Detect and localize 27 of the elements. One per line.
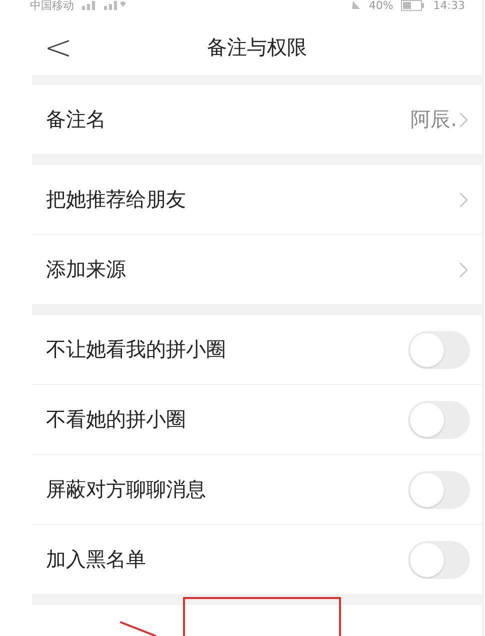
toggle-switch[interactable] xyxy=(408,400,470,438)
setting-row[interactable]: 把她推荐给朋友 xyxy=(32,165,482,235)
chevron-icon xyxy=(459,112,468,128)
mute-icon xyxy=(350,0,361,10)
toggle-switch[interactable] xyxy=(408,540,470,578)
setting-label: 不看她的拼小圈 xyxy=(46,406,187,433)
setting-label: 加入黑名单 xyxy=(46,546,147,573)
signal-icon xyxy=(82,0,126,10)
toggle-switch[interactable] xyxy=(408,470,470,508)
chevron-icon xyxy=(459,192,468,208)
carrier-label: 中国移动 xyxy=(30,0,74,11)
clock-time: 14:33 xyxy=(433,0,465,11)
toggle-switch[interactable] xyxy=(408,330,470,368)
back-button[interactable]: < xyxy=(32,28,72,68)
setting-label: 添加来源 xyxy=(46,256,127,283)
setting-label: 把她推荐给朋友 xyxy=(46,186,187,213)
remark-value: 阿辰. xyxy=(410,106,457,133)
setting-row[interactable]: 屏蔽对方聊聊消息 xyxy=(32,455,482,525)
setting-label: 屏蔽对方聊聊消息 xyxy=(46,476,207,503)
setting-row[interactable]: 不让她看我的拼小圈 xyxy=(32,315,482,385)
battery-percent: 40% xyxy=(368,0,394,11)
chevron-icon xyxy=(459,262,468,278)
setting-label: 备注名 xyxy=(46,106,107,133)
battery-icon xyxy=(401,0,426,11)
setting-row[interactable]: 不看她的拼小圈 xyxy=(32,385,482,455)
setting-label: 不让她看我的拼小圈 xyxy=(46,336,227,363)
page-title: 备注与权限 xyxy=(207,35,307,59)
